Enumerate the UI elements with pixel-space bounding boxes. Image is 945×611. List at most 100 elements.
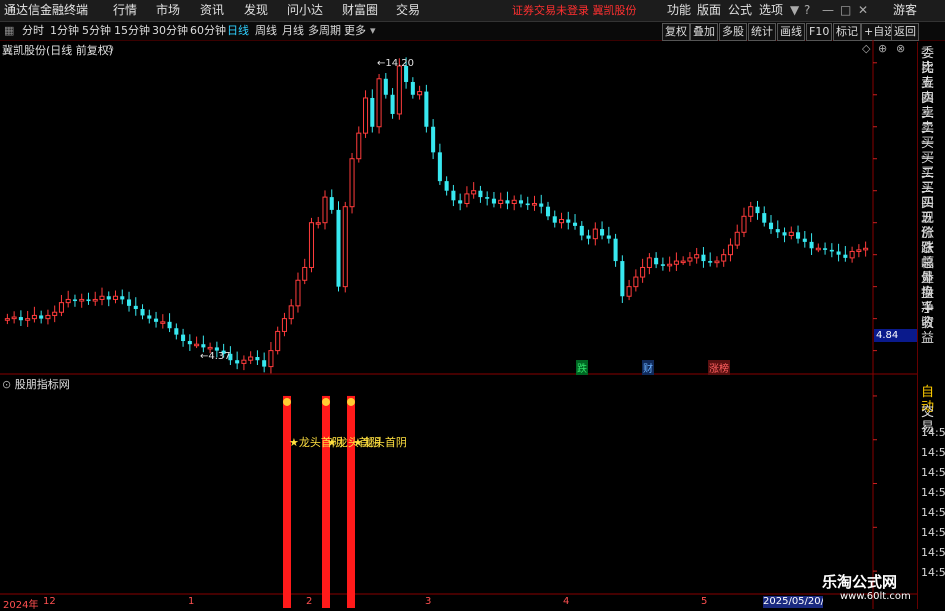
indicator-settings-icon[interactable]: ⊙	[2, 378, 15, 391]
candle-body	[485, 197, 490, 199]
period-minute[interactable]: 分时	[22, 22, 44, 40]
tool-multi-stock[interactable]: 多股	[719, 23, 747, 41]
tick-time-label: 14:56	[921, 426, 945, 439]
candle-body	[255, 357, 260, 361]
indicator-title: ⊙ 股朋指标网	[2, 376, 70, 392]
chart-area[interactable]: 5.006.007.008.009.0010.0011.0012.0013.00…	[0, 40, 917, 609]
signal-dot	[283, 397, 291, 406]
login-warning[interactable]: 证券交易未登录 冀凯股份	[512, 0, 637, 21]
menu-layout[interactable]: 版面	[697, 0, 721, 21]
quote-panel: 委比 卖五 卖四 卖三 卖二 卖一 买一 买二 买三 买四 买五 现价 涨跌 涨幅 总量 外盘 换手 净资 收益 自动…	[917, 42, 945, 609]
menu-assistant[interactable]: 问小达	[287, 0, 323, 21]
candle-body	[106, 296, 111, 300]
candle-body	[25, 318, 31, 321]
marker-down[interactable]: 跌	[576, 360, 588, 375]
candle-body	[120, 296, 125, 300]
period-30min[interactable]: 30分钟	[152, 22, 188, 40]
tool-overlay[interactable]: 叠加	[690, 23, 718, 41]
candle-body	[741, 215, 747, 233]
menu-trade[interactable]: 交易	[396, 0, 420, 21]
period-5min[interactable]: 5分钟	[82, 22, 111, 40]
x-label-4: 4	[563, 596, 570, 607]
marker-finance[interactable]: 财	[642, 360, 654, 375]
candle-body	[181, 334, 186, 342]
x-label-2: 2	[306, 596, 313, 607]
candle-body	[174, 328, 179, 335]
tool-stats[interactable]: 统计	[748, 23, 776, 41]
help-icon[interactable]: ?	[804, 0, 810, 21]
candle-body	[673, 260, 679, 265]
candle-body	[545, 206, 551, 217]
candle-body	[856, 249, 862, 252]
menu-guest[interactable]: 游客	[893, 0, 917, 21]
high-price-label: ←14.20	[377, 58, 415, 69]
candle-body	[235, 360, 240, 364]
candle-body	[531, 203, 538, 206]
candle-body	[796, 232, 801, 239]
candle-body	[167, 321, 172, 329]
period-60min[interactable]: 60分钟	[190, 22, 226, 40]
indicator-series	[283, 395, 355, 608]
menu-discover[interactable]: 发现	[244, 0, 268, 21]
candle-body	[600, 229, 605, 236]
tick-time-label: 14:56	[921, 526, 945, 539]
candle-body	[755, 206, 760, 214]
period-15min[interactable]: 15分钟	[114, 22, 150, 40]
tool-draw[interactable]: 画线	[777, 23, 805, 41]
period-daily[interactable]: 日线	[227, 22, 249, 40]
menu-arrow-icon[interactable]: ▼	[790, 0, 799, 21]
candle-body	[788, 231, 794, 236]
period-monthly[interactable]: 月线	[282, 22, 304, 40]
x-label-12: 12	[43, 596, 56, 607]
menu-market[interactable]: 市场	[156, 0, 180, 21]
menu-options[interactable]: 选项	[759, 0, 783, 21]
minimize-icon[interactable]: —	[822, 0, 834, 21]
candle-body	[782, 232, 787, 236]
period-more[interactable]: 更多	[344, 22, 366, 40]
period-weekly[interactable]: 周线	[255, 22, 277, 40]
candle-body	[322, 196, 328, 224]
candle-body	[376, 78, 382, 128]
candle-body	[586, 235, 591, 239]
candle-body	[843, 254, 848, 258]
period-multi[interactable]: 多周期	[308, 22, 341, 40]
chart-diamond-icon[interactable]: ◇	[862, 42, 870, 55]
signal-dot	[347, 397, 355, 406]
chart-close-icon[interactable]: ⊗	[896, 42, 905, 55]
tool-adjust[interactable]: 复权	[662, 23, 690, 41]
candle-body	[592, 228, 598, 240]
maximize-icon[interactable]: □	[840, 0, 851, 21]
menu-news[interactable]: 资讯	[200, 0, 224, 21]
candle-body	[396, 65, 402, 115]
candle-body	[72, 299, 77, 302]
candle-body	[566, 219, 571, 223]
candle-body	[444, 181, 449, 191]
tool-f10[interactable]: F10	[806, 23, 833, 41]
indicator-tick-label: 0.40	[891, 523, 913, 534]
candle-body	[268, 350, 274, 368]
tool-mark[interactable]: 标记	[833, 23, 861, 41]
menu-market-quotes[interactable]: 行情	[113, 0, 137, 21]
candle-body	[160, 321, 166, 324]
candle-body	[721, 254, 727, 262]
close-icon[interactable]: ✕	[858, 0, 868, 21]
menu-wealth-circle[interactable]: 财富圈	[342, 0, 378, 21]
menu-function[interactable]: 功能	[667, 0, 691, 21]
date-box: 2025/05/20/二	[763, 596, 823, 608]
candle-body	[288, 305, 294, 320]
candle-body	[140, 309, 145, 316]
price-tick-label: 7.00	[891, 283, 913, 294]
marker-up-list[interactable]: 涨榜	[708, 360, 730, 375]
indicator-tick-label: 1.00	[891, 392, 913, 403]
more-dropdown-icon[interactable]: ▾	[370, 22, 376, 40]
period-1min[interactable]: 1分钟	[50, 22, 79, 40]
price-tick-label: 13.00	[884, 91, 913, 102]
candle-body	[417, 91, 423, 96]
candle-body	[768, 222, 774, 230]
candle-body	[126, 299, 132, 306]
candle-body	[823, 248, 828, 250]
menu-formula[interactable]: 公式	[728, 0, 752, 21]
tool-back[interactable]: 返回	[891, 23, 919, 41]
chart-settings-icon[interactable]: ⊙	[105, 42, 114, 55]
chart-zoom-icon[interactable]: ⊕	[878, 42, 887, 55]
